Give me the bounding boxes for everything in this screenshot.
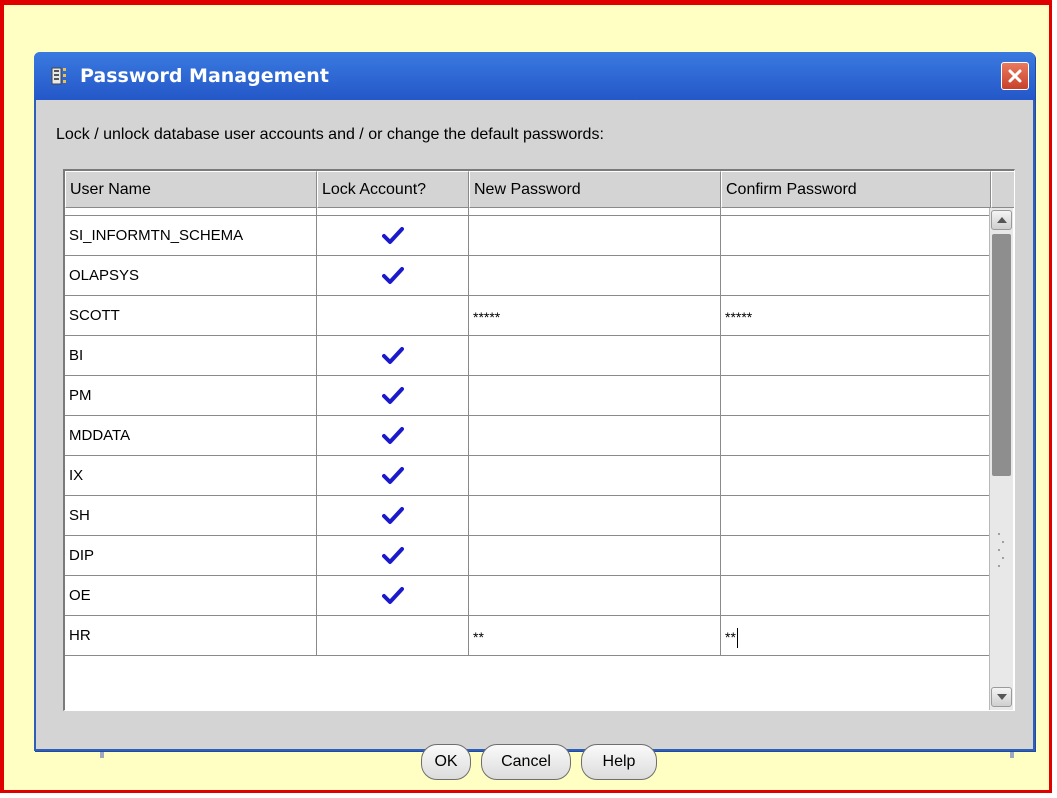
confirm-password-field[interactable] (721, 256, 991, 296)
table-row-partial (65, 208, 991, 216)
column-header-user-name[interactable]: User Name (65, 171, 317, 208)
user-accounts-table: User Name Lock Account? New Password Con… (63, 169, 1015, 711)
table-row[interactable]: PM (65, 376, 991, 416)
user-name-cell: DIP (65, 536, 317, 576)
confirm-password-field[interactable] (721, 336, 991, 376)
dialog-title: Password Management (80, 65, 329, 87)
user-name-cell: OE (65, 576, 317, 616)
table-row[interactable]: OLAPSYS (65, 256, 991, 296)
user-name-cell: MDDATA (65, 416, 317, 456)
lock-account-checkbox[interactable] (317, 536, 469, 576)
ok-button[interactable]: OK (421, 744, 471, 780)
user-name-cell: PM (65, 376, 317, 416)
column-header-confirm-password[interactable]: Confirm Password (721, 171, 991, 208)
lock-account-checkbox[interactable] (317, 256, 469, 296)
confirm-password-field[interactable] (721, 496, 991, 536)
new-password-field[interactable] (469, 336, 721, 376)
checkmark-icon (381, 467, 404, 485)
table-row[interactable]: SI_INFORMTN_SCHEMA (65, 216, 991, 256)
oracle-dialog-icon (50, 65, 74, 87)
checkmark-icon (381, 347, 404, 365)
table-row[interactable]: MDDATA (65, 416, 991, 456)
table-body: SI_INFORMTN_SCHEMA OLAPSYS SCOTT ***** *****… (65, 208, 991, 656)
confirm-password-field[interactable] (721, 456, 991, 496)
user-name-cell: SH (65, 496, 317, 536)
user-name-cell: SI_INFORMTN_SCHEMA (65, 216, 317, 256)
confirm-password-field[interactable] (721, 416, 991, 456)
table-row[interactable]: BI (65, 336, 991, 376)
new-password-field[interactable] (469, 536, 721, 576)
arrow-up-icon (996, 217, 1007, 223)
checkmark-icon (381, 547, 404, 565)
vertical-scrollbar[interactable] (989, 208, 1013, 710)
checkmark-icon (381, 267, 404, 285)
confirm-password-field[interactable] (721, 216, 991, 256)
new-password-field[interactable]: ***** (469, 296, 721, 336)
user-name-cell: HR (65, 616, 317, 656)
lock-account-checkbox[interactable] (317, 496, 469, 536)
lock-account-checkbox[interactable] (317, 616, 469, 656)
new-password-field[interactable] (469, 216, 721, 256)
table-row[interactable]: SCOTT ***** ***** (65, 296, 991, 336)
user-name-cell: OLAPSYS (65, 256, 317, 296)
arrow-down-icon (996, 694, 1007, 700)
new-password-field[interactable]: ** (469, 616, 721, 656)
scrollbar-grip-icon (998, 533, 1004, 567)
checkmark-icon (381, 227, 404, 245)
table-row[interactable]: IX (65, 456, 991, 496)
lock-account-checkbox[interactable] (317, 416, 469, 456)
lock-account-checkbox[interactable] (317, 456, 469, 496)
close-icon (1008, 69, 1022, 83)
lock-account-checkbox[interactable] (317, 296, 469, 336)
instruction-text: Lock / unlock database user accounts and… (56, 126, 604, 143)
new-password-value: ***** (473, 309, 501, 325)
checkmark-icon (381, 427, 404, 445)
title-bar[interactable]: Password Management (34, 52, 1035, 100)
scrollbar-thumb[interactable] (992, 234, 1011, 476)
lock-account-checkbox[interactable] (317, 216, 469, 256)
help-button[interactable]: Help (581, 744, 657, 780)
user-name-cell: SCOTT (65, 296, 317, 336)
confirm-password-field[interactable] (721, 376, 991, 416)
confirm-password-value: ***** (725, 309, 753, 325)
new-password-value: ** (473, 629, 484, 645)
table-row[interactable]: DIP (65, 536, 991, 576)
table-row[interactable]: SH (65, 496, 991, 536)
column-header-new-password[interactable]: New Password (469, 171, 721, 208)
new-password-field[interactable] (469, 496, 721, 536)
new-password-field[interactable] (469, 376, 721, 416)
new-password-field[interactable] (469, 256, 721, 296)
checkmark-icon (381, 507, 404, 525)
close-button[interactable] (1001, 62, 1029, 90)
password-management-dialog: Password Management Lock / unlock databa… (34, 52, 1035, 780)
lock-account-checkbox[interactable] (317, 376, 469, 416)
scroll-down-button[interactable] (991, 687, 1012, 707)
user-name-cell: IX (65, 456, 317, 496)
column-header-lock-account[interactable]: Lock Account? (317, 171, 469, 208)
column-header-corner (991, 171, 1014, 208)
new-password-field[interactable] (469, 456, 721, 496)
lock-account-checkbox[interactable] (317, 336, 469, 376)
scroll-up-button[interactable] (991, 210, 1012, 230)
checkmark-icon (381, 387, 404, 405)
new-password-field[interactable] (469, 576, 721, 616)
table-row[interactable]: OE (65, 576, 991, 616)
confirm-password-value: ** (725, 629, 736, 645)
confirm-password-field[interactable]: ** (721, 616, 991, 656)
confirm-password-field[interactable]: ***** (721, 296, 991, 336)
new-password-field[interactable] (469, 416, 721, 456)
confirm-password-field[interactable] (721, 536, 991, 576)
text-cursor (736, 628, 738, 649)
user-name-cell: BI (65, 336, 317, 376)
lock-account-checkbox[interactable] (317, 576, 469, 616)
table-header: User Name Lock Account? New Password Con… (65, 171, 1014, 208)
confirm-password-field[interactable] (721, 576, 991, 616)
table-row[interactable]: HR ** ** (65, 616, 991, 656)
cancel-button[interactable]: Cancel (481, 744, 571, 780)
checkmark-icon (381, 587, 404, 605)
